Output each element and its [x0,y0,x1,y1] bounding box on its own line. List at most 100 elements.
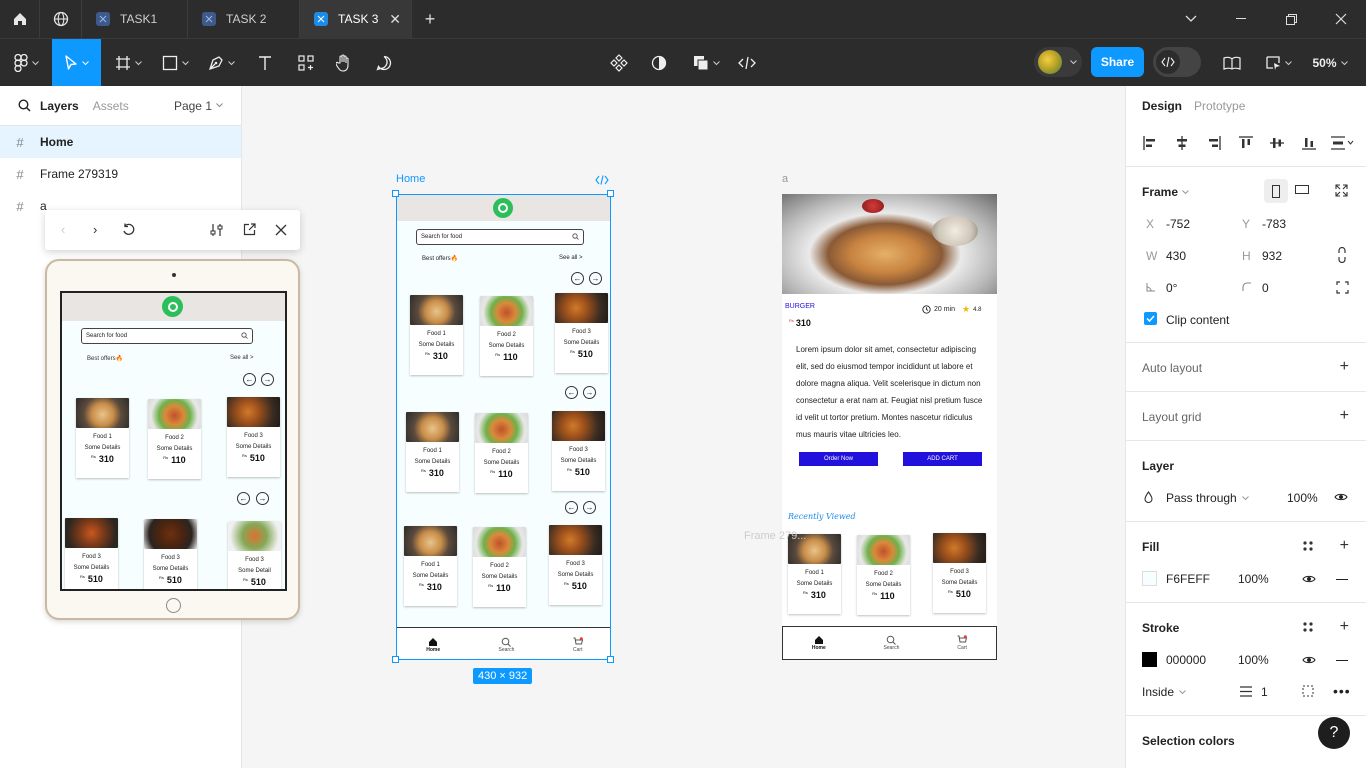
fill-color-swatch[interactable] [1142,571,1157,586]
home-frame[interactable]: Search for food Best offers🔥 See all > ←… [396,194,611,660]
nav-home[interactable]: Home [812,635,826,651]
mask-button[interactable] [644,39,674,87]
tab-assets[interactable]: Assets [93,99,129,113]
clip-content-checkbox[interactable] [1144,312,1157,325]
boolean-button[interactable] [686,39,726,87]
independent-corners-icon[interactable] [1336,281,1349,294]
component-button[interactable] [604,39,634,87]
arrow-left-icon[interactable]: ← [571,272,584,285]
constrain-proportions-icon[interactable] [1338,247,1346,263]
food-card[interactable]: Food 3 Some Details Rs 510 [555,293,608,373]
tab-layers[interactable]: Layers [40,99,79,113]
stroke-weight-input[interactable]: 1 [1261,685,1268,699]
stroke-opacity-input[interactable]: 100% [1238,653,1269,667]
h-input[interactable]: 932 [1262,249,1282,263]
food-card[interactable]: Food 3 Some Details Rs 510 [549,525,602,605]
restore-button[interactable] [1266,0,1316,38]
tabs-dropdown-button[interactable] [1166,0,1216,38]
remove-fill-icon[interactable] [1336,579,1348,581]
resize-handle-bl[interactable] [392,656,399,663]
add-stroke-icon[interactable]: + [1340,619,1349,635]
food-card[interactable]: Food 1 Some Details Rs 310 [76,398,129,478]
resize-handle-tl[interactable] [392,190,399,197]
frame-name-home[interactable]: Home [396,173,425,185]
forward-icon[interactable]: › [93,222,97,237]
frame-name-a[interactable]: a [782,173,788,185]
close-tab-icon[interactable]: ✕ [389,11,401,28]
styles-grid-icon[interactable] [1302,540,1314,552]
shape-tool[interactable] [155,39,195,87]
align-right-icon[interactable] [1206,135,1222,151]
library-button[interactable] [1216,39,1248,87]
align-center-h-icon[interactable] [1174,135,1190,151]
nav-search[interactable]: Search [884,635,899,651]
arrow-right-icon[interactable]: → [589,272,602,285]
nav-cart[interactable]: Cart [957,635,968,651]
remove-stroke-icon[interactable] [1336,660,1348,662]
tab-prototype[interactable]: Prototype [1194,99,1245,113]
arrow-right-icon[interactable]: → [583,386,596,399]
pen-tool[interactable] [200,39,242,87]
distribute-icon[interactable] [1330,135,1354,151]
eye-icon[interactable] [1334,492,1348,502]
user-avatar-button[interactable] [1034,47,1082,77]
order-now-button[interactable]: Order Now [799,452,878,466]
layer-frame-279319[interactable]: # Frame 279319 [0,158,241,190]
present-button[interactable] [1260,39,1296,87]
see-all-link[interactable]: See all > [230,355,254,361]
close-window-button[interactable] [1316,0,1366,38]
resize-to-fit-icon[interactable] [1335,184,1348,197]
tab-task3[interactable]: TASK 3 ✕ [300,0,412,38]
arrow-left-icon[interactable]: ← [565,501,578,514]
page-selector[interactable]: Page 1 [174,99,223,113]
frame-name-ghost[interactable]: Frame 279... [744,530,806,542]
tablet-search-input[interactable]: Search for food [81,328,253,344]
food-card[interactable]: Food 3 Some Detail Rs 510 [228,521,281,589]
stroke-sides-icon[interactable] [1302,685,1314,697]
resize-handle-br[interactable] [607,656,614,663]
landscape-icon[interactable] [1295,185,1309,194]
nav-search[interactable]: Search [499,637,514,653]
food-card[interactable]: Food 2 Some Details Rs 110 [475,413,528,493]
stroke-position-dropdown[interactable]: Inside [1142,685,1186,699]
corner-radius-input[interactable]: 0 [1262,281,1269,295]
food-card[interactable]: Food 3 Some Details Rs 510 [65,518,118,589]
food-card[interactable]: Food 1 Some Details Rs 310 [404,526,457,606]
open-external-icon[interactable] [243,223,256,236]
frame-type-dropdown[interactable]: Frame [1142,185,1189,199]
move-tool[interactable] [52,39,101,87]
tab-design[interactable]: Design [1142,99,1182,113]
fill-opacity-input[interactable]: 100% [1238,572,1269,586]
add-layout-grid-icon[interactable]: + [1340,408,1349,424]
x-input[interactable]: -752 [1166,217,1190,231]
dev-mode-toggle[interactable] [1153,47,1201,77]
tab-task1[interactable]: TASK1 [82,0,188,38]
portrait-button[interactable] [1264,179,1288,203]
see-all-link[interactable]: See all > [559,255,583,261]
food-card[interactable]: Food 2 Some Details Rs 110 [473,527,526,607]
resources-tool[interactable] [290,39,322,87]
nav-home[interactable]: Home [426,637,440,653]
dev-code-icon[interactable] [595,175,609,185]
search-icon[interactable] [18,99,31,112]
w-input[interactable]: 430 [1166,249,1186,263]
new-tab-button[interactable]: + [420,9,440,29]
help-button[interactable]: ? [1318,717,1350,749]
arrow-left-icon[interactable]: ← [565,386,578,399]
food-card[interactable]: Food 1 Some Details Rs 310 [788,534,841,614]
home-button[interactable] [0,0,40,38]
stroke-hex-input[interactable]: 000000 [1166,653,1206,667]
food-card[interactable]: Food 3 Some Details Rs 510 [144,519,197,589]
rotation-input[interactable]: 0° [1166,281,1177,295]
blend-mode-dropdown[interactable]: Pass through [1166,491,1249,505]
community-button[interactable] [40,0,82,38]
fill-hex-input[interactable]: F6FEFF [1166,572,1210,586]
text-tool[interactable] [250,39,280,87]
settings-sliders-icon[interactable] [210,223,223,237]
align-bottom-icon[interactable] [1301,135,1317,151]
food-card[interactable]: Food 2 Some Details Rs 110 [857,535,910,615]
add-auto-layout-icon[interactable]: + [1340,359,1349,375]
zoom-dropdown[interactable]: 50% [1306,39,1354,87]
more-options-icon[interactable]: ••• [1333,683,1351,699]
food-card[interactable]: Food 2 Some Details Rs 110 [148,399,201,479]
